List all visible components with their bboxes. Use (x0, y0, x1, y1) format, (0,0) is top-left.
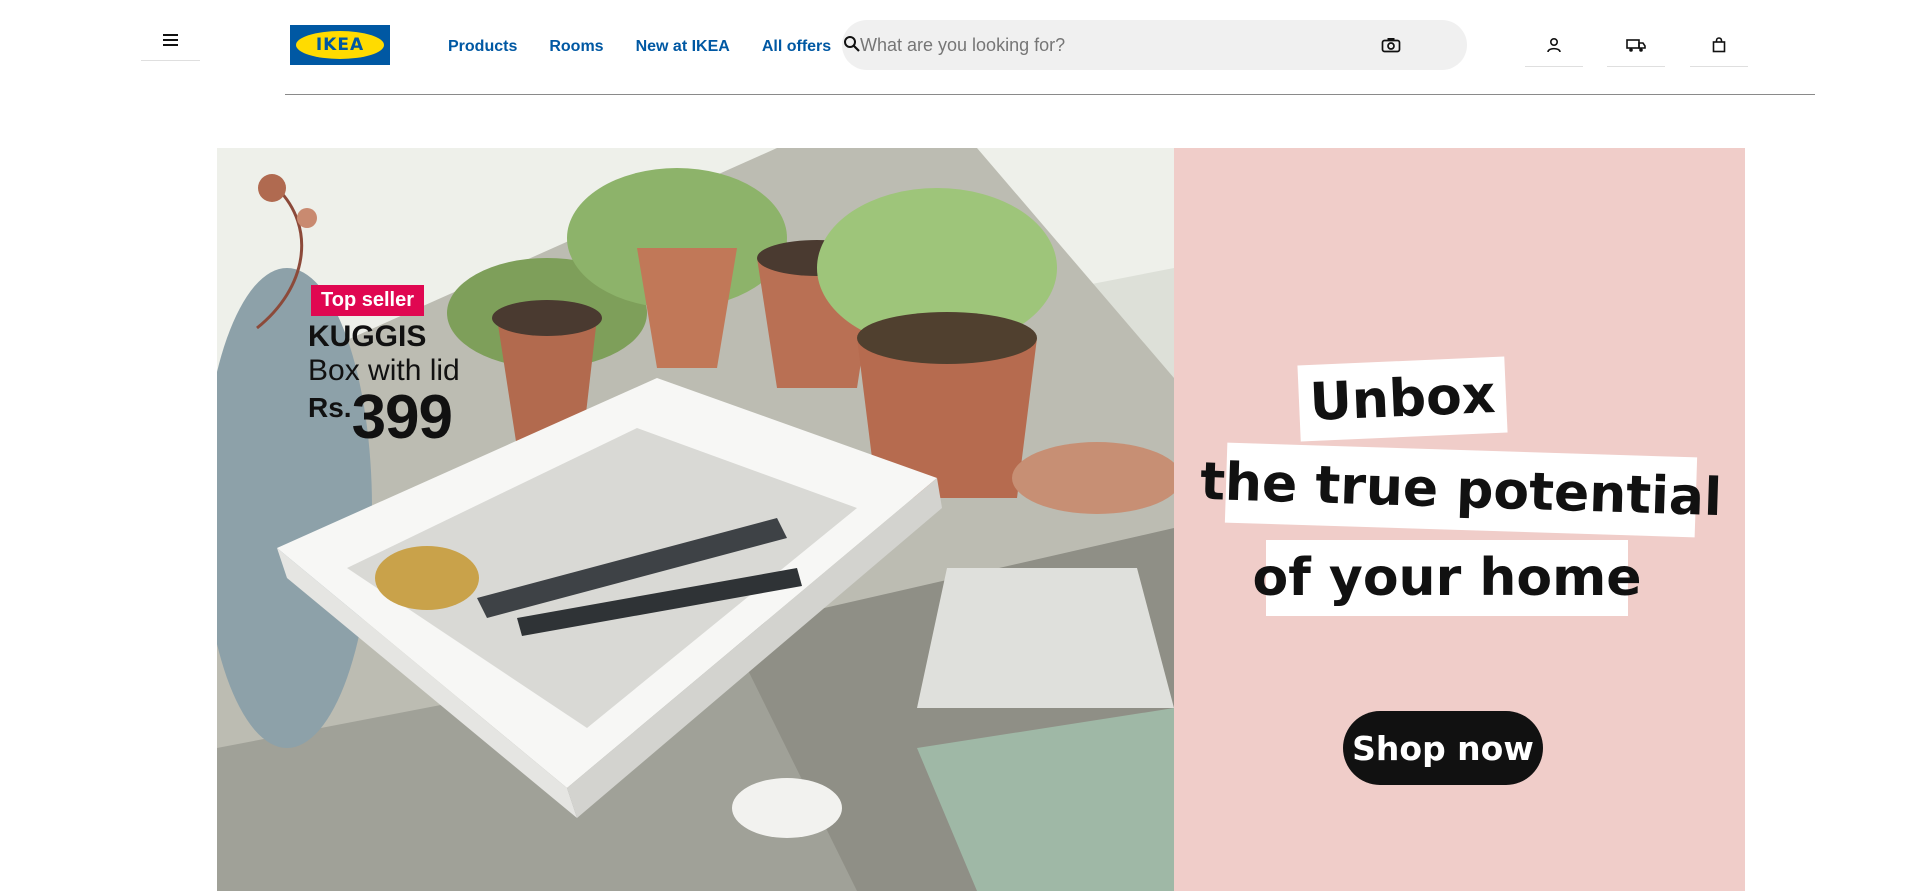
logo-text: IKEA (315, 35, 365, 55)
headline-line-3: of your home (1252, 540, 1642, 616)
search-bar (842, 20, 1467, 70)
shop-now-button[interactable]: Shop now (1343, 711, 1543, 785)
cart-button[interactable] (1690, 24, 1748, 67)
menu-button[interactable] (141, 20, 200, 61)
headline-line-2: the true potential (1199, 442, 1723, 538)
nav-all-offers[interactable]: All offers (762, 38, 831, 56)
hero-illustration (217, 148, 1174, 891)
headline-line-1: Unbox (1297, 356, 1508, 442)
price-currency: Rs. (308, 392, 352, 423)
hero-photo: Top seller KUGGIS Box with lid Rs.399 (217, 148, 1174, 891)
search-icon (844, 36, 860, 52)
camera-search-button[interactable] (1378, 32, 1404, 58)
account-button[interactable] (1525, 24, 1583, 67)
top-seller-badge: Top seller (311, 285, 424, 316)
price-amount: 399 (351, 383, 453, 452)
main-nav: Products Rooms New at IKEA All offers (448, 38, 831, 56)
hero-banner[interactable]: Top seller KUGGIS Box with lid Rs.399 Un… (217, 148, 1745, 891)
hamburger-menu-icon (162, 34, 178, 46)
logo-oval: IKEA (296, 31, 384, 59)
product-name: KUGGIS (308, 320, 427, 353)
search-input[interactable] (860, 20, 1380, 70)
nav-rooms[interactable]: Rooms (549, 38, 603, 56)
shopping-bag-icon (1712, 37, 1726, 53)
delivery-button[interactable] (1607, 24, 1665, 67)
delivery-truck-icon (1626, 39, 1646, 52)
ikea-logo[interactable]: IKEA (290, 25, 390, 65)
promo-panel: Unbox the true potential of your home Sh… (1174, 148, 1745, 891)
product-price: Rs.399 (308, 382, 453, 453)
user-icon (1547, 37, 1561, 53)
nav-new-at-ikea[interactable]: New at IKEA (636, 38, 730, 56)
nav-products[interactable]: Products (448, 38, 517, 56)
camera-icon (1381, 38, 1401, 53)
header-divider (285, 94, 1815, 95)
